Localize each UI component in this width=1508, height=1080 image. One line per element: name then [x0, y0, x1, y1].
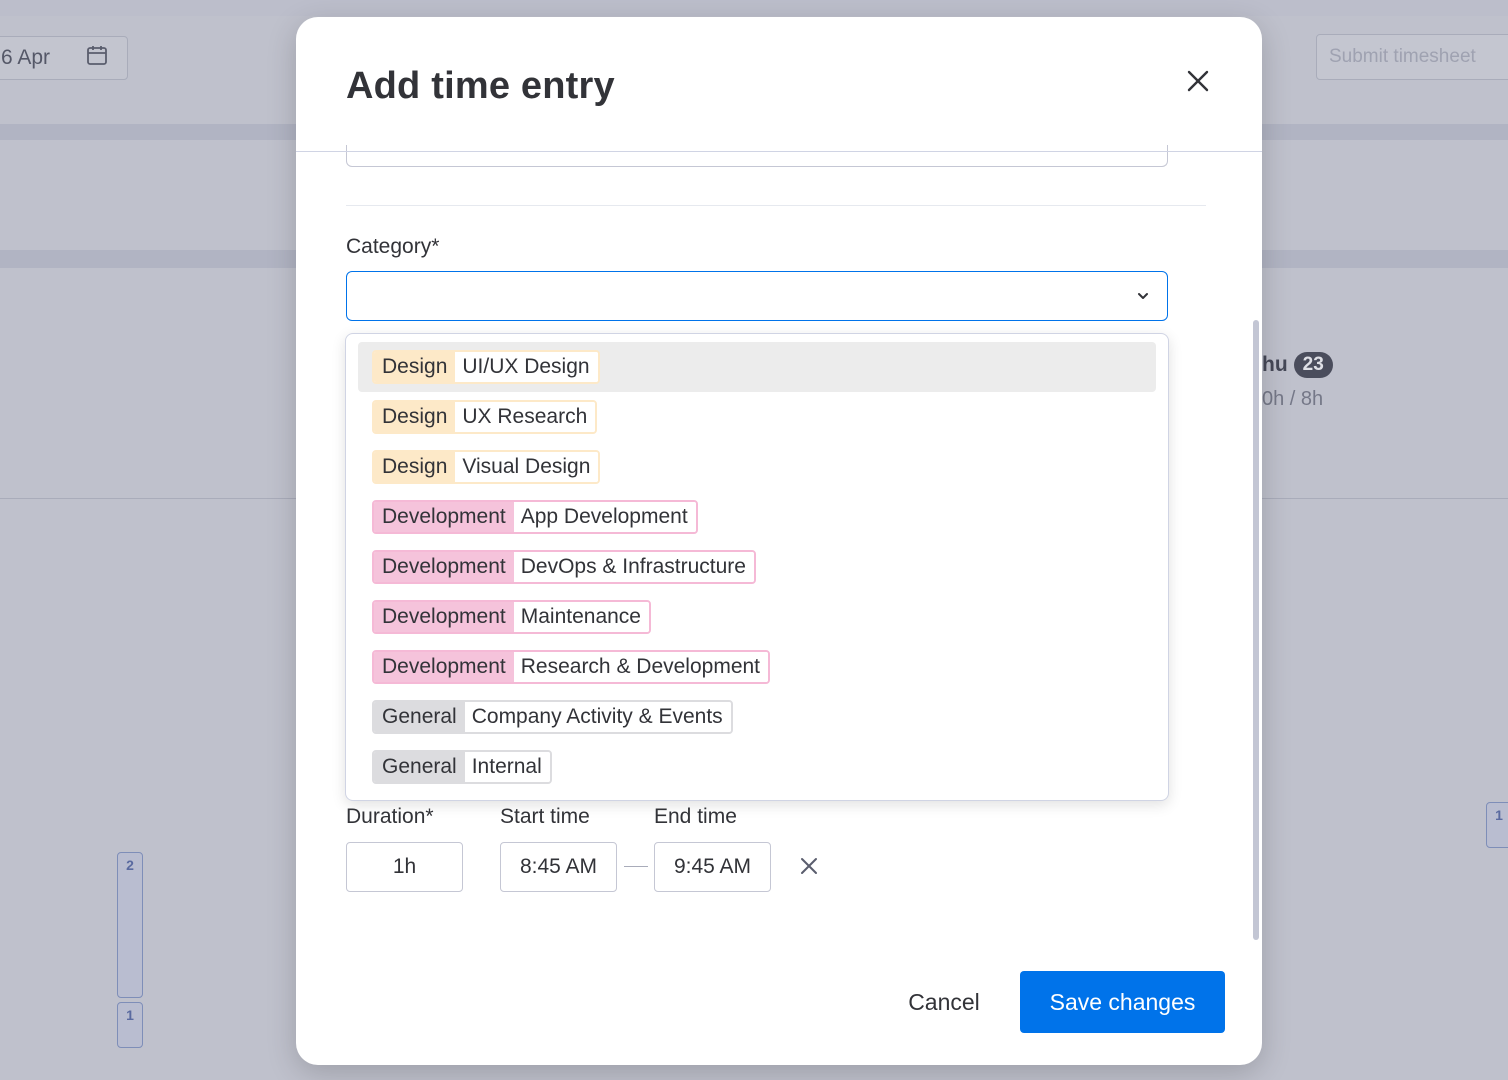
- end-time-input[interactable]: 9:45 AM: [654, 842, 771, 892]
- option-tag: Development App Development: [372, 500, 698, 534]
- option-category: Development: [374, 502, 514, 532]
- dropdown-option[interactable]: General Company Activity & Events: [358, 692, 1156, 742]
- end-time-label: End time: [654, 805, 737, 828]
- option-subcategory: Maintenance: [513, 602, 649, 632]
- bg-day-number: 23: [1293, 352, 1333, 378]
- option-subcategory: DevOps & Infrastructure: [513, 552, 754, 582]
- bg-submit-timesheet-button[interactable]: Submit timesheet: [1316, 34, 1508, 80]
- add-time-entry-modal: Add time entry Category* Design UI/UX Des…: [296, 17, 1262, 1065]
- modal-scrollbar[interactable]: [1253, 320, 1259, 940]
- bg-day-hours: 0h / 8h: [1262, 388, 1324, 410]
- option-category: Development: [374, 552, 514, 582]
- option-category: Design: [374, 452, 456, 482]
- time-range-dash: [624, 866, 648, 867]
- close-button[interactable]: [1180, 63, 1216, 99]
- option-category: Development: [374, 602, 514, 632]
- previous-field-input[interactable]: [346, 145, 1168, 167]
- bg-day-name: hu: [1262, 353, 1288, 376]
- option-subcategory: App Development: [513, 502, 696, 532]
- category-label: Category*: [346, 235, 440, 258]
- cancel-button[interactable]: Cancel: [886, 972, 1002, 1032]
- calendar-icon: [85, 43, 109, 73]
- option-tag: Development DevOps & Infrastructure: [372, 550, 756, 584]
- option-category: General: [374, 752, 465, 782]
- option-subcategory: UX Research: [455, 402, 596, 432]
- bg-time-block[interactable]: 2: [117, 852, 143, 998]
- dropdown-option[interactable]: General Internal: [358, 742, 1156, 792]
- bg-divider: [0, 498, 300, 499]
- category-select[interactable]: [346, 271, 1168, 321]
- dropdown-option-partial[interactable]: [358, 792, 1156, 800]
- bg-top-strip: [0, 0, 1508, 16]
- option-category: Design: [374, 402, 456, 432]
- bg-time-block[interactable]: 1: [1486, 802, 1508, 848]
- option-subcategory: Company Activity & Events: [464, 702, 731, 732]
- dropdown-option[interactable]: Development DevOps & Infrastructure: [358, 542, 1156, 592]
- option-category: Development: [374, 652, 514, 682]
- option-subcategory: Internal: [464, 752, 550, 782]
- start-time-label: Start time: [500, 805, 590, 828]
- option-category: Design: [374, 352, 456, 382]
- clear-time-icon: [801, 858, 817, 874]
- save-changes-button[interactable]: Save changes: [1020, 971, 1225, 1033]
- dropdown-option[interactable]: Design Visual Design: [358, 442, 1156, 492]
- clear-time-button[interactable]: [796, 853, 822, 879]
- bg-date-picker[interactable]: 6 Apr: [0, 36, 128, 80]
- duration-input[interactable]: 1h: [346, 842, 463, 892]
- dropdown-option[interactable]: Design UI/UX Design: [358, 342, 1156, 392]
- close-icon: [1187, 70, 1209, 92]
- duration-label: Duration*: [346, 805, 434, 828]
- category-dropdown-menu: Design UI/UX Design Design UX Research Desig…: [345, 333, 1169, 801]
- option-subcategory: UI/UX Design: [455, 352, 598, 382]
- bg-divider: [1262, 498, 1508, 499]
- modal-title: Add time entry: [346, 65, 615, 107]
- chevron-down-icon: [1138, 293, 1148, 299]
- dropdown-option[interactable]: Development Maintenance: [358, 592, 1156, 642]
- bg-time-block[interactable]: 1: [117, 1002, 143, 1048]
- option-tag: Development Research & Development: [372, 650, 771, 684]
- option-tag: Design UX Research: [372, 400, 598, 434]
- dropdown-option[interactable]: Development App Development: [358, 492, 1156, 542]
- option-tag: General Internal: [372, 750, 552, 784]
- section-divider: [346, 205, 1206, 206]
- option-tag: Design UI/UX Design: [372, 350, 600, 384]
- option-subcategory: Visual Design: [455, 452, 599, 482]
- option-category: General: [374, 702, 465, 732]
- bg-date-text: 6 Apr: [1, 46, 51, 69]
- dropdown-option[interactable]: Design UX Research: [358, 392, 1156, 442]
- option-tag: General Company Activity & Events: [372, 700, 733, 734]
- option-tag: Design Visual Design: [372, 450, 601, 484]
- dropdown-option[interactable]: Development Research & Development: [358, 642, 1156, 692]
- bg-day-header: hu 23: [1262, 352, 1333, 378]
- option-subcategory: Research & Development: [513, 652, 769, 682]
- header-divider: [296, 151, 1262, 152]
- option-tag: Development Maintenance: [372, 600, 651, 634]
- start-time-input[interactable]: 8:45 AM: [500, 842, 617, 892]
